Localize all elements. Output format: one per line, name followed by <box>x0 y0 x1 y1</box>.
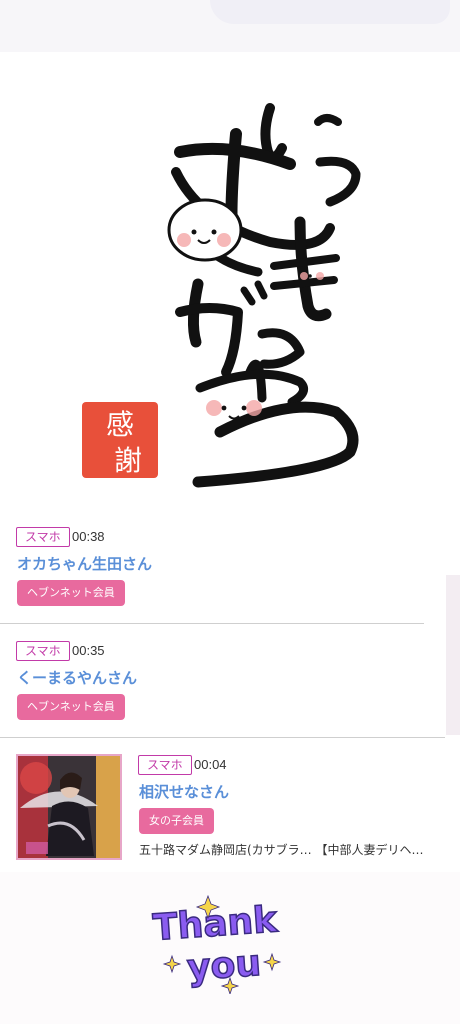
member-badge: ヘブンネット会員 <box>17 580 125 606</box>
list-divider <box>0 737 445 738</box>
thank-you-graphic: Thank you <box>151 894 282 994</box>
visit-time: 00:35 <box>72 643 105 658</box>
sparkle-icon <box>162 954 182 974</box>
stamp-char-2: 謝 <box>114 444 142 477</box>
top-decoration <box>210 0 450 24</box>
member-badge: 女の子会員 <box>139 808 214 834</box>
member-badge: ヘブンネット会員 <box>17 694 125 720</box>
visit-time: 00:04 <box>194 757 227 772</box>
thank-you-line2: you <box>186 943 263 989</box>
list-divider <box>0 623 424 624</box>
sparkle-icon <box>262 952 282 972</box>
device-tag: スマホ <box>16 641 70 661</box>
device-tag: スマホ <box>16 527 70 547</box>
shop-link[interactable]: 五十路マダム静岡店(カサブラ… 【中部人妻デリヘ… <box>139 841 424 858</box>
girl-thumbnail[interactable] <box>16 754 122 860</box>
calligraphy-image: 感 謝 <box>82 103 361 488</box>
visitor-name[interactable]: オカちゃん生田さん <box>17 553 152 574</box>
thumbnail-photo <box>18 756 120 858</box>
device-tag: スマホ <box>138 755 192 775</box>
visit-time: 00:38 <box>72 529 105 544</box>
stamp-char-1: 感 <box>106 408 134 441</box>
visitor-name[interactable]: くーまるやんさん <box>17 667 137 688</box>
kansha-stamp: 感 謝 <box>82 402 158 478</box>
edge-decoration <box>446 575 460 735</box>
visitor-name[interactable]: 相沢せなさん <box>139 781 229 802</box>
